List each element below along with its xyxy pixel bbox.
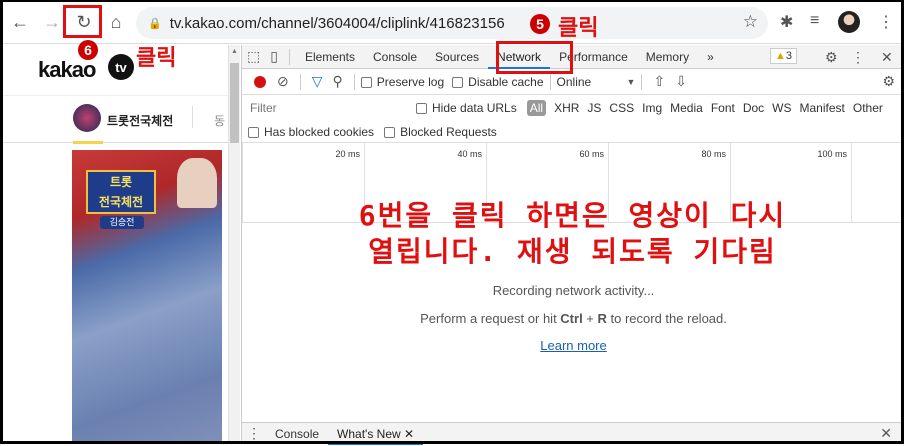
tv-logo: tv <box>108 54 134 80</box>
filter-bar: Hide data URLs All XHR JS CSS Img Media Font Do… <box>242 95 904 121</box>
kakao-logo[interactable]: kakao <box>38 57 96 83</box>
instruction-line-2: 열립니다. 재생 되도록 기다림 <box>368 235 777 268</box>
channel-header: 트롯전국체전 동 <box>0 95 228 144</box>
recording-message: Recording network activity... <box>492 283 655 298</box>
kakao-tv-page: kakao tv 트롯전국체전 동 트롯 전국체전 김승전 <box>0 45 228 444</box>
network-toolbar: ⊘ ▽ ⚲ Preserve log Disable cache Online … <box>242 69 904 95</box>
device-toolbar-icon[interactable]: ▯ <box>265 48 283 65</box>
close-tab-icon[interactable]: ✕ <box>404 427 414 441</box>
back-button[interactable]: ← <box>6 8 34 36</box>
person-image <box>177 158 217 208</box>
menu-icon[interactable]: ⋮ <box>878 12 894 32</box>
divider <box>192 106 193 128</box>
scroll-up-icon[interactable]: ▲ <box>231 48 238 55</box>
network-settings-icon[interactable]: ⚙ <box>877 73 900 90</box>
lock-icon: 🔒 <box>148 17 162 30</box>
devtools-tabs: ⬚ ▯ Elements Console Sources Network Per… <box>242 45 904 69</box>
filter-icon[interactable]: ▽ <box>307 73 328 90</box>
throttle-select[interactable]: Online <box>557 75 627 89</box>
drawer-tabs: ⋮ Console What's New ✕ ✕ <box>242 422 904 446</box>
export-har-icon[interactable]: ⇩ <box>670 73 692 90</box>
close-drawer-icon[interactable]: ✕ <box>875 425 897 442</box>
filter-input[interactable] <box>248 99 404 117</box>
type-other[interactable]: Other <box>853 101 883 115</box>
profile-avatar[interactable] <box>838 11 860 33</box>
type-doc[interactable]: Doc <box>743 101 764 115</box>
browser-toolbar: ← → ↻ ⌂ 🔒 tv.kakao.com/channel/3604004/c… <box>0 0 904 44</box>
thumbnail-caption: 김승전 <box>100 216 144 229</box>
step-6-label: 클릭 <box>136 45 177 70</box>
tab-elements[interactable]: Elements <box>296 45 364 69</box>
type-all[interactable]: All <box>526 100 547 116</box>
type-manifest[interactable]: Manifest <box>800 101 845 115</box>
page-scrollbar[interactable]: ▲ <box>228 45 240 444</box>
address-bar[interactable]: 🔒 tv.kakao.com/channel/3604004/cliplink/… <box>136 7 768 39</box>
has-blocked-cookies-checkbox[interactable]: Has blocked cookies <box>248 125 374 139</box>
extensions-icon[interactable]: ✱ <box>780 12 793 32</box>
highlight-network-tab <box>496 41 573 74</box>
hide-data-urls-checkbox[interactable]: Hide data URLs <box>416 101 517 115</box>
url-text: tv.kakao.com/channel/3604004/cliplink/41… <box>169 14 505 32</box>
type-xhr[interactable]: XHR <box>554 101 579 115</box>
type-img[interactable]: Img <box>642 101 662 115</box>
media-control-icon[interactable]: ≡ <box>810 12 819 30</box>
tab-sources[interactable]: Sources <box>426 45 488 69</box>
bookmark-star-icon[interactable]: ☆ <box>743 12 758 32</box>
tab-memory[interactable]: Memory <box>637 45 698 69</box>
channel-avatar[interactable] <box>73 104 101 132</box>
channel-name[interactable]: 트롯전국체전 <box>107 112 173 129</box>
step-5-label: 클릭 <box>558 15 599 40</box>
tab-console[interactable]: Console <box>364 45 426 69</box>
type-font[interactable]: Font <box>711 101 735 115</box>
learn-more-link[interactable]: Learn more <box>540 338 606 353</box>
highlight-reload <box>63 5 102 38</box>
show-logo: 트롯 전국체전 <box>86 170 156 214</box>
step-5-badge: 5 <box>530 14 550 34</box>
warning-icon: ▲ <box>775 50 786 62</box>
type-js[interactable]: JS <box>587 101 601 115</box>
drawer-menu-icon[interactable]: ⋮ <box>242 425 266 442</box>
step-6-badge: 6 <box>78 40 98 60</box>
clear-icon[interactable]: ⊘ <box>272 73 294 90</box>
type-media[interactable]: Media <box>670 101 703 115</box>
active-indicator <box>73 141 103 144</box>
drawer-tab-console[interactable]: Console <box>266 422 328 446</box>
resource-type-filters: All XHR JS CSS Img Media Font Doc WS Manifest Othe… <box>526 100 891 116</box>
warnings-badge[interactable]: ▲3 <box>770 48 798 64</box>
inspect-icon[interactable]: ⬚ <box>242 48 265 65</box>
type-ws[interactable]: WS <box>772 101 791 115</box>
import-har-icon[interactable]: ⇧ <box>648 73 670 90</box>
preserve-log-checkbox[interactable]: Preserve log <box>360 75 444 89</box>
home-button[interactable]: ⌂ <box>102 8 130 36</box>
record-button[interactable] <box>254 75 266 88</box>
channel-next-tab[interactable]: 동 <box>214 112 225 129</box>
disable-cache-checkbox[interactable]: Disable cache <box>452 75 544 89</box>
more-tabs-button[interactable]: » <box>698 45 723 69</box>
devtools-menu-icon[interactable]: ⋮ <box>846 49 870 66</box>
blocked-requests-checkbox[interactable]: Blocked Requests <box>384 125 497 139</box>
instruction-line-1: 6번을 클릭 하면은 영상이 다시 <box>358 199 787 232</box>
drawer-tab-whats-new[interactable]: What's New ✕ <box>328 423 424 445</box>
reload-hint: Perform a request or hit Ctrl + R to rec… <box>420 311 727 326</box>
close-devtools-icon[interactable]: ✕ <box>876 49 898 66</box>
settings-icon[interactable]: ⚙ <box>820 49 843 66</box>
type-css[interactable]: CSS <box>609 101 634 115</box>
search-icon[interactable]: ⚲ <box>328 73 348 90</box>
forward-button[interactable]: → <box>38 8 66 36</box>
video-thumbnail[interactable]: 트롯 전국체전 김승전 <box>72 150 222 444</box>
warning-count: 3 <box>785 50 793 62</box>
scrollbar-thumb[interactable] <box>230 63 239 143</box>
dropdown-arrow-icon[interactable]: ▼ <box>627 77 636 87</box>
blocked-filters: Has blocked cookies Blocked Requests <box>242 121 904 143</box>
